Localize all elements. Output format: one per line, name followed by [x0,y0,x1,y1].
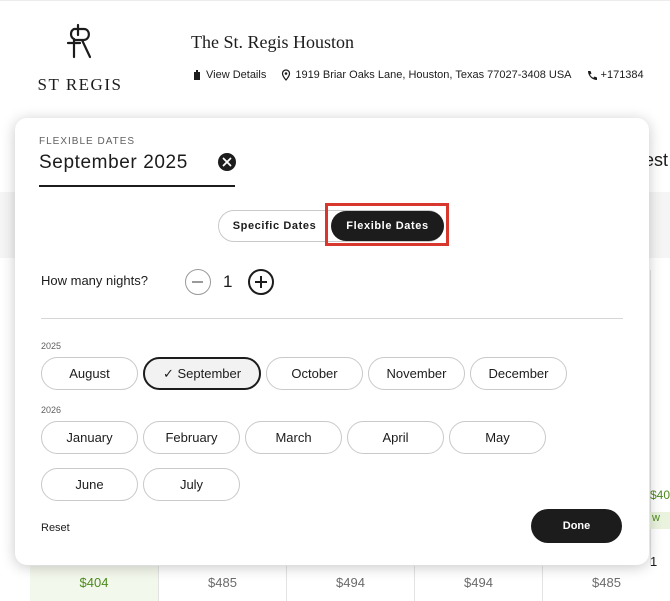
month-chip-march[interactable]: March [245,421,342,454]
month-chip-july[interactable]: July [143,468,240,501]
check-icon: ✓ [162,366,174,381]
month-chip-december[interactable]: December [470,357,567,390]
clear-selection-button[interactable] [218,153,236,171]
date-mode-toggle: Specific Dates Flexible Dates [218,210,444,242]
hotel-name: The St. Regis Houston [191,32,355,52]
divider [41,318,623,319]
background-side-badge: w [650,512,670,529]
logo-crest-icon [66,23,92,59]
st-regis-logo[interactable]: ST REGIS [30,23,130,95]
year-label-2025: 2025 [41,341,62,351]
decrease-nights-button[interactable] [185,269,211,295]
month-chip-january[interactable]: January [41,421,138,454]
price-cell[interactable]: $485 [542,566,670,601]
price-cell[interactable]: $404 [30,566,158,601]
month-chip-november[interactable]: November [368,357,465,390]
close-icon [222,157,232,167]
phone-text: +171384 [600,69,644,81]
done-button[interactable]: Done [531,509,622,543]
price-row: $404 $485 $494 $494 $485 [30,566,670,601]
address: 1919 Briar Oaks Lane, Houston, Texas 770… [280,69,572,81]
price-cell[interactable]: $494 [285,566,414,601]
logo-text: ST REGIS [37,75,123,94]
view-details-link[interactable]: View Details [191,69,266,81]
flexible-dates-modal: FLEXIBLE DATES September 2025 Specific D… [15,118,649,565]
month-chip-june[interactable]: June [41,468,138,501]
title-underline [39,185,235,187]
flexible-dates-eyebrow: FLEXIBLE DATES [39,136,136,147]
map-pin-icon [282,69,291,81]
hotel-header: ST REGIS The St. Regis Houston View Deta… [0,0,670,118]
nights-label: How many nights? [41,273,148,288]
phone-icon [587,71,597,80]
hotel-icon [194,70,200,80]
hotel-meta: View Details 1919 Briar Oaks Lane, Houst… [191,69,658,81]
price-cell[interactable]: $494 [413,566,542,601]
month-chip-august[interactable]: August [41,357,138,390]
month-chip-september[interactable]: ✓ September [143,357,261,390]
specific-dates-tab[interactable]: Specific Dates [219,211,330,241]
phone[interactable]: +171384 [586,69,644,81]
nights-value: 1 [223,272,233,291]
month-chip-label: September [177,366,242,381]
month-chip-february[interactable]: February [143,421,240,454]
price-cell[interactable]: $485 [157,566,286,601]
increase-nights-button[interactable] [248,269,274,295]
month-chip-october[interactable]: October [266,357,363,390]
background-side-price: $404 [650,488,670,502]
flexible-dates-tab[interactable]: Flexible Dates [331,211,444,241]
view-details-label: View Details [206,69,267,81]
month-chip-april[interactable]: April [347,421,444,454]
month-chip-may[interactable]: May [449,421,546,454]
selected-month-title: September 2025 [39,152,188,173]
year-label-2026: 2026 [41,405,62,415]
address-text: 1919 Briar Oaks Lane, Houston, Texas 770… [295,69,572,81]
reset-button[interactable]: Reset [41,522,70,534]
